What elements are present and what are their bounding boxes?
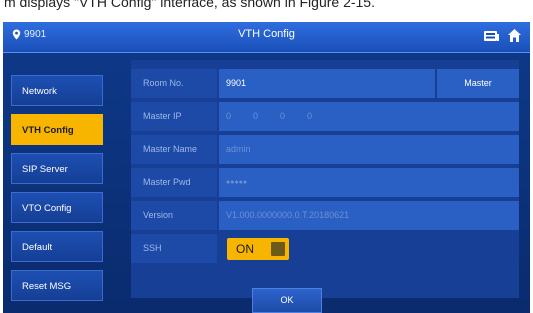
- version-label: Version: [131, 201, 217, 230]
- master-pwd-input[interactable]: ●●●●●: [219, 168, 519, 197]
- ssh-toggle-state: ON: [236, 242, 254, 256]
- master-button[interactable]: Master: [437, 69, 519, 98]
- sidebar-item-label: Default: [22, 242, 53, 253]
- ip-octet: 0: [307, 111, 313, 121]
- sidebar-item-vth-config[interactable]: VTH Config: [11, 114, 103, 145]
- sidebar: Network VTH Config SIP Server VTO Config…: [3, 52, 113, 313]
- master-ip-input[interactable]: 0 0 0 0: [219, 102, 519, 131]
- ip-octet: 0: [253, 111, 259, 121]
- ssh-toggle[interactable]: ON: [227, 238, 289, 260]
- sidebar-item-label: VTH Config: [22, 125, 74, 136]
- version-value: V1.000.0000000.0.T.20180621: [219, 201, 519, 230]
- sidebar-item-label: VTO Config: [22, 203, 72, 214]
- config-panel: Room No. 9901 Master Master IP 0 0 0 0 M…: [131, 60, 519, 298]
- sidebar-item-network[interactable]: Network: [11, 75, 103, 106]
- room-no-row: Room No. 9901 Master: [131, 69, 519, 98]
- master-name-label: Master Name: [131, 135, 217, 164]
- sidebar-item-label: Reset MSG: [22, 281, 72, 292]
- title-bar: 9901 VTH Config: [3, 22, 530, 53]
- message-icon[interactable]: [483, 29, 500, 43]
- document-caption: m displays "VTH Config" interface, as sh…: [0, 0, 533, 22]
- sidebar-item-label: SIP Server: [22, 164, 68, 175]
- master-name-input[interactable]: admin: [219, 135, 519, 164]
- toggle-knob: [271, 242, 285, 256]
- ok-button[interactable]: OK: [252, 288, 322, 313]
- ip-octet: 0: [226, 111, 232, 121]
- sidebar-item-vto-config[interactable]: VTO Config: [11, 192, 103, 223]
- ssh-row: SSH ON: [131, 234, 519, 263]
- master-pwd-row: Master Pwd ●●●●●: [131, 168, 519, 197]
- document-caption-text: m displays "VTH Config" interface, as sh…: [4, 0, 375, 10]
- master-pwd-label: Master Pwd: [131, 168, 217, 197]
- master-name-row: Master Name admin: [131, 135, 519, 164]
- master-ip-row: Master IP 0 0 0 0: [131, 102, 519, 131]
- version-row: Version V1.000.0000000.0.T.20180621: [131, 201, 519, 230]
- ssh-label: SSH: [131, 234, 217, 263]
- room-no-label: Room No.: [131, 69, 217, 98]
- sidebar-item-reset-msg[interactable]: Reset MSG: [11, 270, 103, 301]
- home-icon[interactable]: [507, 28, 522, 43]
- room-no-input[interactable]: 9901: [219, 69, 435, 98]
- page-title: VTH Config: [238, 28, 295, 40]
- ip-octet: 0: [280, 111, 286, 121]
- master-ip-label: Master IP: [131, 102, 217, 131]
- device-screen: 9901 VTH Config Network VTH Config SIP S…: [3, 22, 530, 313]
- sidebar-item-sip-server[interactable]: SIP Server: [11, 153, 103, 184]
- sidebar-item-default[interactable]: Default: [11, 231, 103, 262]
- sidebar-item-label: Network: [22, 86, 57, 97]
- top-icons: [483, 28, 522, 43]
